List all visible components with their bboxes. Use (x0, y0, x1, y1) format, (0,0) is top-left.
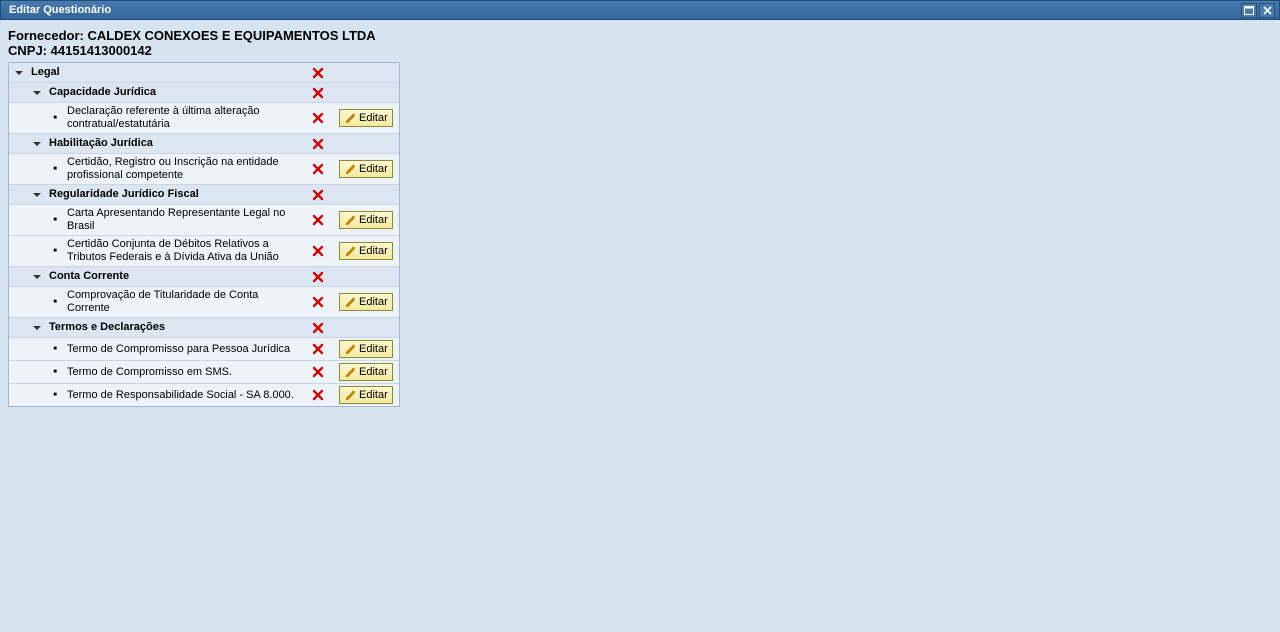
edit-button-label: Editar (359, 343, 388, 355)
chevron-down-icon[interactable] (31, 189, 43, 201)
supplier-label: Fornecedor: (8, 28, 84, 43)
edit-button[interactable]: Editar (339, 340, 393, 358)
delete-icon[interactable] (311, 188, 325, 202)
tree-group-label: Capacidade Jurídica (49, 86, 307, 99)
maximize-button[interactable] (1241, 3, 1257, 18)
edit-button[interactable]: Editar (339, 293, 393, 311)
edit-button-label: Editar (359, 214, 388, 226)
delete-icon[interactable] (311, 137, 325, 151)
close-icon (1263, 6, 1272, 15)
tree-item-label: Comprovação de Titularidade de Conta Cor… (67, 289, 307, 315)
pencil-icon (344, 296, 356, 308)
tree-group: Habilitação Jurídica (9, 134, 399, 154)
pencil-icon (344, 245, 356, 257)
delete-icon[interactable] (311, 86, 325, 100)
edit-button-label: Editar (359, 245, 388, 257)
supplier-name: CALDEX CONEXOES E EQUIPAMENTOS LTDA (87, 28, 375, 43)
tree-item: ■ Carta Apresentando Representante Legal … (9, 205, 399, 236)
content: Fornecedor: CALDEX CONEXOES E EQUIPAMENT… (0, 20, 1280, 415)
tree-root-label: Legal (31, 66, 307, 79)
edit-button[interactable]: Editar (339, 242, 393, 260)
tree-item: ■ Termo de Compromisso para Pessoa Jurídi… (9, 338, 399, 361)
tree-group-label: Habilitação Jurídica (49, 137, 307, 150)
chevron-down-icon[interactable] (31, 271, 43, 283)
tree-item-label: Termo de Responsabilidade Social - SA 8.… (67, 389, 307, 402)
edit-button[interactable]: Editar (339, 160, 393, 178)
bullet-icon: ■ (49, 369, 61, 375)
tree-item-label: Termo de Compromisso em SMS. (67, 366, 307, 379)
edit-button-label: Editar (359, 112, 388, 124)
bullet-icon: ■ (49, 299, 61, 305)
cnpj-line: CNPJ: 44151413000142 (8, 43, 1272, 58)
titlebar: Editar Questionário (0, 0, 1280, 20)
tree-group-label: Regularidade Jurídico Fiscal (49, 188, 307, 201)
tree-item: ■ Termo de Responsabilidade Social - SA 8… (9, 384, 399, 406)
tree-group: Conta Corrente (9, 267, 399, 287)
delete-icon[interactable] (311, 270, 325, 284)
tree-item-label: Certidão, Registro ou Inscrição na entid… (67, 156, 307, 182)
tree-group: Regularidade Jurídico Fiscal (9, 185, 399, 205)
edit-button[interactable]: Editar (339, 386, 393, 404)
chevron-down-icon[interactable] (13, 67, 25, 79)
tree-group: Termos e Declarações (9, 318, 399, 338)
pencil-icon (344, 389, 356, 401)
delete-icon[interactable] (311, 66, 325, 80)
tree-item-label: Declaração referente à última alteração … (67, 105, 307, 131)
pencil-icon (344, 343, 356, 355)
tree-item: ■ Declaração referente à última alteração… (9, 103, 399, 134)
tree-item-label: Certidão Conjunta de Débitos Relativos a… (67, 238, 307, 264)
tree: Legal Capacidade Jurídica ■ Declaração refe… (8, 62, 400, 407)
bullet-icon: ■ (49, 166, 61, 172)
tree-item: ■ Certidão, Registro ou Inscrição na enti… (9, 154, 399, 185)
tree-item-label: Termo de Compromisso para Pessoa Jurídic… (67, 343, 307, 356)
edit-button-label: Editar (359, 366, 388, 378)
delete-icon[interactable] (311, 365, 325, 379)
pencil-icon (344, 214, 356, 226)
chevron-down-icon[interactable] (31, 322, 43, 334)
tree-item: ■ Comprovação de Titularidade de Conta Co… (9, 287, 399, 318)
edit-button-label: Editar (359, 389, 388, 401)
tree-group: Capacidade Jurídica (9, 83, 399, 103)
tree-item-label: Carta Apresentando Representante Legal n… (67, 207, 307, 233)
bullet-icon: ■ (49, 392, 61, 398)
edit-button-label: Editar (359, 296, 388, 308)
bullet-icon: ■ (49, 346, 61, 352)
delete-icon[interactable] (311, 244, 325, 258)
tree-item: ■ Termo de Compromisso em SMS. Editar (9, 361, 399, 384)
tree-group-label: Conta Corrente (49, 270, 307, 283)
cnpj-value: 44151413000142 (51, 43, 152, 58)
delete-icon[interactable] (311, 295, 325, 309)
pencil-icon (344, 163, 356, 175)
pencil-icon (344, 366, 356, 378)
edit-button[interactable]: Editar (339, 211, 393, 229)
tree-group-label: Termos e Declarações (49, 321, 307, 334)
chevron-down-icon[interactable] (31, 138, 43, 150)
delete-icon[interactable] (311, 342, 325, 356)
cnpj-label: CNPJ: (8, 43, 47, 58)
bullet-icon: ■ (49, 217, 61, 223)
edit-button[interactable]: Editar (339, 109, 393, 127)
tree-root: Legal (9, 63, 399, 83)
delete-icon[interactable] (311, 321, 325, 335)
edit-button[interactable]: Editar (339, 363, 393, 381)
delete-icon[interactable] (311, 162, 325, 176)
maximize-icon (1244, 6, 1254, 15)
chevron-down-icon[interactable] (31, 87, 43, 99)
close-button[interactable] (1259, 3, 1275, 18)
tree-item: ■ Certidão Conjunta de Débitos Relativos … (9, 236, 399, 267)
delete-icon[interactable] (311, 111, 325, 125)
pencil-icon (344, 112, 356, 124)
supplier-line: Fornecedor: CALDEX CONEXOES E EQUIPAMENT… (8, 28, 1272, 43)
bullet-icon: ■ (49, 248, 61, 254)
edit-button-label: Editar (359, 163, 388, 175)
delete-icon[interactable] (311, 213, 325, 227)
delete-icon[interactable] (311, 388, 325, 402)
bullet-icon: ■ (49, 115, 61, 121)
window-title: Editar Questionário (9, 4, 1239, 16)
